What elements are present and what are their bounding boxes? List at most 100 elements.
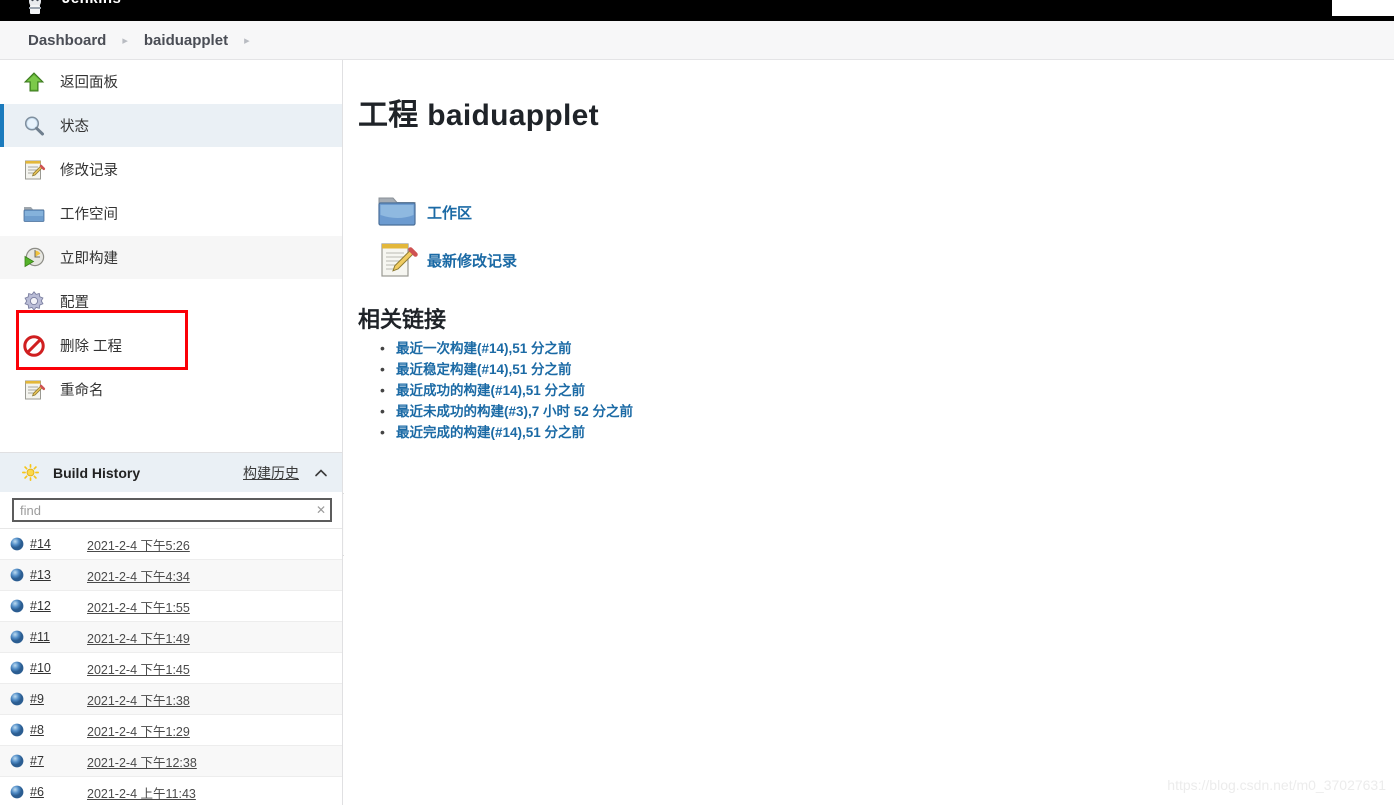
sidebar-item-label: 配置 (60, 295, 89, 311)
last-failed-build-link[interactable]: 最近未成功的构建(#3),7 小时 52 分之前 (396, 404, 633, 419)
build-date-link[interactable]: 2021-2-4 下午1:29 (87, 721, 190, 740)
list-item: 最近完成的构建(#14),51 分之前 (380, 422, 1394, 443)
up-arrow-green-icon (23, 71, 45, 91)
table-row[interactable]: #11 2021-2-4 下午1:49 (0, 622, 342, 653)
build-date-link[interactable]: 2021-2-4 下午1:38 (87, 690, 190, 709)
build-number-link[interactable]: #14 (30, 537, 87, 551)
delete-forbidden-icon (23, 334, 45, 357)
build-number-link[interactable]: #13 (30, 568, 87, 582)
build-history-locale-link[interactable]: 构建历史 (243, 463, 299, 483)
last-successful-build-link[interactable]: 最近成功的构建(#14),51 分之前 (396, 383, 585, 398)
gear-icon (24, 290, 44, 311)
project-shortcuts: 工作区 最新修改记录 (376, 188, 1394, 284)
build-date-link[interactable]: 2021-2-4 下午12:38 (87, 752, 197, 771)
build-history-title: Build History (53, 464, 141, 481)
build-date-link[interactable]: 2021-2-4 下午1:55 (87, 597, 190, 616)
main-content: 工程 baiduapplet 工作区 最新修改记录 相关链接 • 最近一次构建(… (344, 60, 1394, 805)
chevron-right-icon: ▸ (244, 34, 250, 47)
notepad-pencil-icon (25, 160, 46, 179)
build-number-link[interactable]: #11 (30, 630, 87, 644)
blue-ball-icon (10, 599, 24, 613)
top-right-panel (1332, 0, 1394, 16)
notepad-pencil-icon (25, 380, 46, 399)
build-number-link[interactable]: #10 (30, 661, 87, 675)
table-row[interactable]: #6 2021-2-4 上午11:43 (0, 777, 342, 805)
breadcrumb-bar: Dashboard ▸ baiduapplet ▸ (0, 21, 1394, 60)
watermark: https://blog.csdn.net/m0_37027631 (1167, 777, 1386, 793)
x-clear-icon[interactable]: ✕ (312, 503, 330, 517)
sidebar: 返回面板 状态 修改记录 工作空间 立即构建 配置 删除 工程 重命名 Buil… (0, 60, 343, 805)
sidebar-item-delete-project[interactable]: 删除 工程 (0, 324, 342, 368)
build-number-link[interactable]: #7 (30, 754, 87, 768)
chevron-up-icon[interactable] (313, 465, 329, 481)
build-date-link[interactable]: 2021-2-4 上午11:43 (87, 783, 196, 802)
related-links-title: 相关链接 (358, 307, 447, 332)
build-history-list: #14 2021-2-4 下午5:26 #13 2021-2-4 下午4:34 … (0, 529, 342, 805)
blue-ball-icon (10, 754, 24, 768)
recent-changes-shortcut[interactable]: 最新修改记录 (376, 236, 1394, 284)
sidebar-item-back-to-dashboard[interactable]: 返回面板 (0, 60, 342, 104)
sidebar-item-status[interactable]: 状态 (0, 104, 342, 148)
table-row[interactable]: #10 2021-2-4 下午1:45 (0, 653, 342, 684)
related-links-list: 最近一次构建(#14),51 分之前 最近稳定构建(#14),51 分之前 最近… (344, 338, 1394, 443)
search-input-wrapper[interactable]: ✕ (12, 498, 332, 522)
folder-icon (378, 197, 416, 226)
page-title: 工程 baiduapplet (358, 99, 599, 132)
sun-icon (22, 464, 39, 481)
blue-ball-icon (10, 537, 24, 551)
build-number-link[interactable]: #9 (30, 692, 87, 706)
blue-ball-icon (10, 630, 24, 644)
table-row[interactable]: #12 2021-2-4 下午1:55 (0, 591, 342, 622)
sidebar-item-build-now[interactable]: 立即构建 (0, 236, 342, 280)
build-number-link[interactable]: #8 (30, 723, 87, 737)
table-row[interactable]: #8 2021-2-4 下午1:29 (0, 715, 342, 746)
list-item: 最近稳定构建(#14),51 分之前 (380, 359, 1394, 380)
folder-icon (23, 206, 45, 222)
app-title: Jenkins (62, 0, 121, 7)
chevron-right-icon: ▸ (122, 34, 128, 47)
build-date-link[interactable]: 2021-2-4 下午1:45 (87, 659, 190, 678)
table-row[interactable]: #13 2021-2-4 下午4:34 (0, 560, 342, 591)
build-number-link[interactable]: #6 (30, 785, 87, 799)
magnifier-icon (24, 115, 44, 135)
blue-ball-icon (10, 785, 24, 799)
clock-play-icon (24, 247, 45, 267)
sidebar-item-changes[interactable]: 修改记录 (0, 148, 342, 192)
list-item: 最近未成功的构建(#3),7 小时 52 分之前 (380, 401, 1394, 422)
sidebar-item-label: 删除 工程 (60, 339, 123, 355)
sidebar-item-label: 状态 (60, 119, 89, 135)
shortcut-label: 最新修改记录 (427, 252, 518, 270)
sidebar-item-label: 立即构建 (60, 251, 118, 267)
build-date-link[interactable]: 2021-2-4 下午4:34 (87, 566, 190, 585)
sidebar-item-label: 工作空间 (60, 207, 118, 223)
build-history-header: Build History 构建历史 (0, 452, 342, 492)
table-row[interactable]: #7 2021-2-4 下午12:38 (0, 746, 342, 777)
list-item: 最近成功的构建(#14),51 分之前 (380, 380, 1394, 401)
build-history-find-row: ✕ (0, 492, 342, 529)
search-input[interactable] (14, 500, 312, 520)
breadcrumb-item-baiduapplet[interactable]: baiduapplet (144, 32, 228, 49)
sidebar-item-rename[interactable]: 重命名 (0, 368, 342, 412)
sidebar-item-label: 修改记录 (60, 163, 118, 179)
last-build-link[interactable]: 最近一次构建(#14),51 分之前 (396, 341, 572, 356)
breadcrumb: Dashboard ▸ baiduapplet ▸ (0, 21, 1394, 59)
last-stable-build-link[interactable]: 最近稳定构建(#14),51 分之前 (396, 362, 572, 377)
sidebar-item-configure[interactable]: 配置 (0, 280, 342, 324)
blue-ball-icon (10, 692, 24, 706)
build-date-link[interactable]: 2021-2-4 下午5:26 (87, 535, 190, 554)
table-row[interactable]: #9 2021-2-4 下午1:38 (0, 684, 342, 715)
workspace-shortcut[interactable]: 工作区 (376, 188, 1394, 236)
sidebar-item-label: 返回面板 (60, 75, 118, 91)
table-row[interactable]: #14 2021-2-4 下午5:26 (0, 529, 342, 560)
build-date-link[interactable]: 2021-2-4 下午1:49 (87, 628, 190, 647)
build-number-link[interactable]: #12 (30, 599, 87, 613)
notepad-pencil-icon (381, 243, 418, 277)
sidebar-item-workspace[interactable]: 工作空间 (0, 192, 342, 236)
shortcut-label: 工作区 (427, 204, 473, 222)
sidebar-item-label: 重命名 (60, 383, 104, 399)
last-completed-build-link[interactable]: 最近完成的构建(#14),51 分之前 (396, 425, 585, 440)
breadcrumb-item-dashboard[interactable]: Dashboard (28, 32, 106, 49)
list-item: 最近一次构建(#14),51 分之前 (380, 338, 1394, 359)
jenkins-logo-icon[interactable] (22, 0, 48, 18)
blue-ball-icon (10, 568, 24, 582)
